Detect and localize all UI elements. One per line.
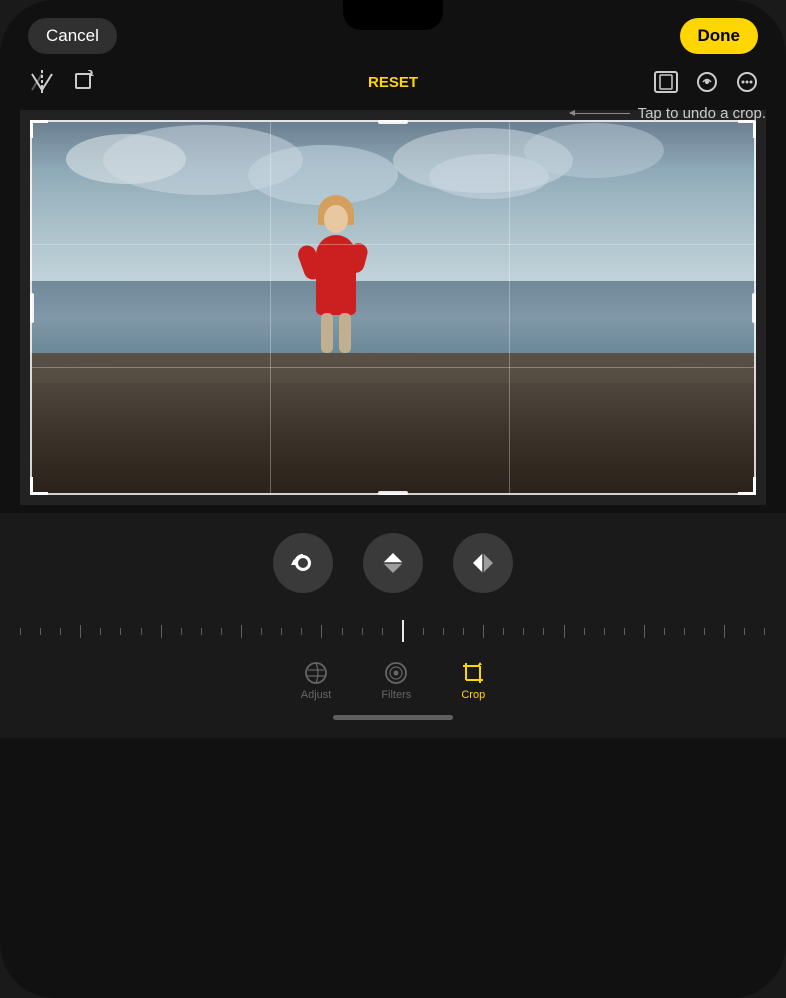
photo-figure xyxy=(306,195,366,355)
flip-icon[interactable] xyxy=(28,70,56,94)
tick xyxy=(604,628,605,635)
tick xyxy=(543,628,544,635)
crop-box xyxy=(30,120,756,495)
crop-icon xyxy=(461,661,485,685)
image-wrapper xyxy=(20,110,766,505)
tab-adjust-label: Adjust xyxy=(301,689,332,701)
dial-ticks xyxy=(20,620,766,642)
tick xyxy=(40,628,41,635)
tick xyxy=(221,628,222,635)
tick xyxy=(181,628,182,635)
tick xyxy=(704,628,705,635)
toolbar: RESET xyxy=(0,64,786,102)
tick xyxy=(301,628,302,635)
lower-area: Adjust Filters xyxy=(0,513,786,738)
tick xyxy=(241,625,242,638)
tooltip-container: Tap to undo a crop. xyxy=(570,105,766,122)
rotation-controls xyxy=(0,533,786,593)
tick xyxy=(60,628,61,635)
dial-container[interactable] xyxy=(20,613,766,649)
tick xyxy=(684,628,685,635)
home-indicator xyxy=(333,715,453,720)
tick xyxy=(423,628,424,635)
photo-rocks xyxy=(30,353,756,496)
tick xyxy=(624,628,625,635)
tick xyxy=(161,625,162,638)
phone-frame: Cancel Done RESET xyxy=(0,0,786,998)
markup-icon[interactable] xyxy=(696,71,718,93)
tooltip-text: Tap to undo a crop. xyxy=(638,105,766,122)
figure-body xyxy=(316,235,356,315)
tick xyxy=(564,625,565,638)
tick xyxy=(443,628,444,635)
filters-icon xyxy=(384,661,408,685)
tick xyxy=(664,628,665,635)
tab-crop-label: Crop xyxy=(461,689,485,701)
tab-crop[interactable]: Crop xyxy=(461,661,485,701)
done-button[interactable]: Done xyxy=(680,18,759,54)
tooltip-line xyxy=(570,113,630,114)
flip-horizontal-button[interactable] xyxy=(453,533,513,593)
tab-filters[interactable]: Filters xyxy=(381,661,411,701)
rotate-icon[interactable] xyxy=(72,70,96,94)
tab-filters-label: Filters xyxy=(381,689,411,701)
tick xyxy=(744,628,745,635)
tick xyxy=(201,628,202,635)
flip-vertical-button[interactable] xyxy=(363,533,423,593)
cancel-button[interactable]: Cancel xyxy=(28,18,117,54)
aspect-ratio-icon[interactable] xyxy=(654,71,678,93)
toolbar-left xyxy=(28,70,96,94)
reset-button[interactable]: RESET xyxy=(368,74,418,91)
tick xyxy=(724,625,725,638)
tick xyxy=(523,628,524,635)
tick xyxy=(321,625,322,638)
rotate-left-button[interactable] xyxy=(273,533,333,593)
tick xyxy=(584,628,585,635)
photo-water xyxy=(30,281,756,356)
tick xyxy=(342,628,343,635)
tick xyxy=(281,628,282,635)
photo-clouds xyxy=(30,120,756,289)
tick xyxy=(20,628,21,635)
tick xyxy=(100,628,101,635)
tick xyxy=(120,628,121,635)
dial-center-tick xyxy=(402,620,404,642)
tick xyxy=(362,628,363,635)
tab-adjust[interactable]: Adjust xyxy=(301,661,332,701)
tick xyxy=(503,628,504,635)
tick xyxy=(382,628,383,635)
tick xyxy=(764,628,765,635)
figure-head xyxy=(324,205,348,233)
tick xyxy=(644,625,645,638)
tick xyxy=(80,625,81,638)
tick xyxy=(483,625,484,638)
tick xyxy=(261,628,262,635)
tick xyxy=(463,628,464,635)
bottom-tabs: Adjust Filters xyxy=(0,649,786,709)
tick xyxy=(141,628,142,635)
top-bar: Cancel Done xyxy=(0,0,786,64)
toolbar-right xyxy=(654,71,758,93)
more-icon[interactable] xyxy=(736,71,758,93)
adjust-icon xyxy=(304,661,328,685)
